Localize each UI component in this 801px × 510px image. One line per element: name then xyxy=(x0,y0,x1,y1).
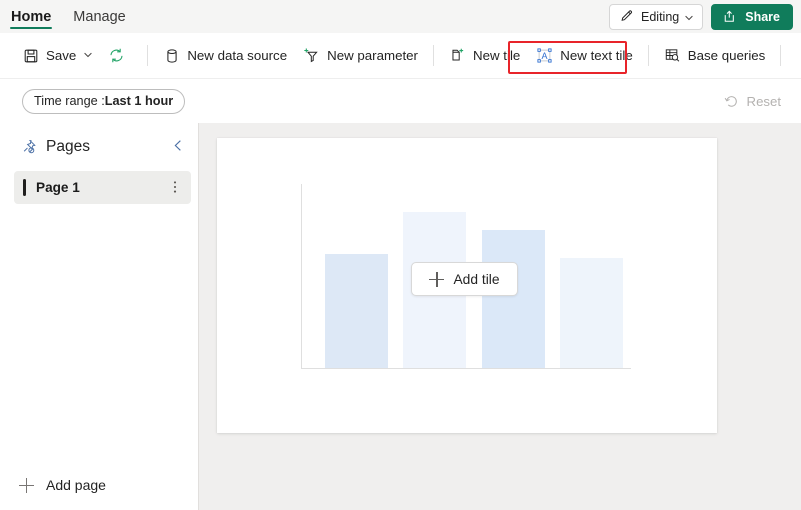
new-parameter-label: New parameter xyxy=(327,48,418,63)
ribbon-actions: Editing Share xyxy=(609,0,793,33)
new-text-tile-button[interactable]: A New text tile xyxy=(528,41,640,71)
command-toolbar: Save New data source New parameter New t… xyxy=(0,33,801,78)
chevron-down-icon[interactable] xyxy=(84,51,93,60)
chart-bar xyxy=(324,253,388,368)
new-tile-button[interactable]: New tile xyxy=(441,41,528,71)
toolbar-divider xyxy=(433,45,434,66)
pages-panel: Pages Page 1 Add page xyxy=(0,123,199,510)
tab-manage[interactable]: Manage xyxy=(62,0,136,33)
new-tile-icon xyxy=(449,47,466,64)
editing-button[interactable]: Editing xyxy=(609,3,704,30)
base-queries-label: Base queries xyxy=(687,48,766,63)
filter-bar: Time range : Last 1 hour Reset xyxy=(0,78,801,123)
chart-bar xyxy=(560,257,624,368)
pages-panel-title: Pages xyxy=(46,137,90,155)
time-range-pill[interactable]: Time range : Last 1 hour xyxy=(22,88,186,114)
new-tile-label: New tile xyxy=(473,48,521,63)
add-tile-button[interactable]: Add tile xyxy=(411,262,518,296)
database-icon xyxy=(163,47,180,64)
svg-text:A: A xyxy=(542,51,548,61)
empty-tile-placeholder[interactable]: Add tile xyxy=(217,138,717,433)
reset-button-label: Reset xyxy=(746,93,781,109)
base-queries-icon xyxy=(664,47,681,64)
tab-home-label: Home xyxy=(11,8,52,25)
plus-icon xyxy=(19,477,34,493)
selection-indicator xyxy=(23,179,26,196)
add-tile-label: Add tile xyxy=(453,271,500,287)
new-parameter-button[interactable]: New parameter xyxy=(295,41,426,71)
save-icon xyxy=(22,47,39,64)
filter-plus-icon xyxy=(303,47,320,64)
chevron-left-icon[interactable] xyxy=(172,139,185,155)
new-data-source-button[interactable]: New data source xyxy=(155,41,295,71)
text-tile-icon: A xyxy=(536,47,553,64)
tab-home[interactable]: Home xyxy=(0,0,62,33)
reset-button[interactable]: Reset xyxy=(723,93,781,110)
time-range-value: Last 1 hour xyxy=(104,94,174,108)
share-button-label: Share xyxy=(745,9,780,24)
pages-panel-header: Pages xyxy=(0,123,199,170)
editing-button-label: Editing xyxy=(641,9,680,24)
dashboard-canvas[interactable]: Add tile xyxy=(199,123,801,510)
reset-icon xyxy=(723,93,740,110)
add-page-button[interactable]: Add page xyxy=(19,477,106,493)
chart-y-axis xyxy=(301,184,302,369)
pin-off-icon[interactable] xyxy=(20,138,37,155)
share-icon xyxy=(722,8,739,25)
plus-icon xyxy=(429,271,445,287)
new-data-source-label: New data source xyxy=(187,48,288,63)
sidebar-item-page-1[interactable]: Page 1 xyxy=(14,171,191,204)
share-button[interactable]: Share xyxy=(711,3,793,30)
main-body: Pages Page 1 Add page Add tile xyxy=(0,123,801,510)
toolbar-divider xyxy=(147,45,149,66)
save-button-label: Save xyxy=(46,48,77,63)
sidebar-item-label: Page 1 xyxy=(36,180,80,195)
toolbar-divider xyxy=(780,45,782,66)
time-range-prefix: Time range : xyxy=(34,94,105,108)
refresh-icon xyxy=(108,47,125,64)
chart-bar xyxy=(481,230,545,368)
app-window: Home Manage Editing Share Save New data … xyxy=(0,0,801,510)
chevron-down-icon xyxy=(685,10,694,24)
save-button[interactable]: Save xyxy=(14,41,100,71)
refresh-button[interactable] xyxy=(100,41,140,71)
add-page-label: Add page xyxy=(46,477,106,493)
ribbon-tabbar: Home Manage Editing Share xyxy=(0,0,801,33)
toolbar-divider xyxy=(647,45,649,66)
chart-x-axis xyxy=(301,368,631,369)
base-queries-button[interactable]: Base queries xyxy=(656,41,774,71)
kebab-menu-icon[interactable] xyxy=(173,180,177,195)
pencil-icon xyxy=(618,8,635,25)
tab-manage-label: Manage xyxy=(73,8,126,25)
new-text-tile-label: New text tile xyxy=(560,48,633,63)
